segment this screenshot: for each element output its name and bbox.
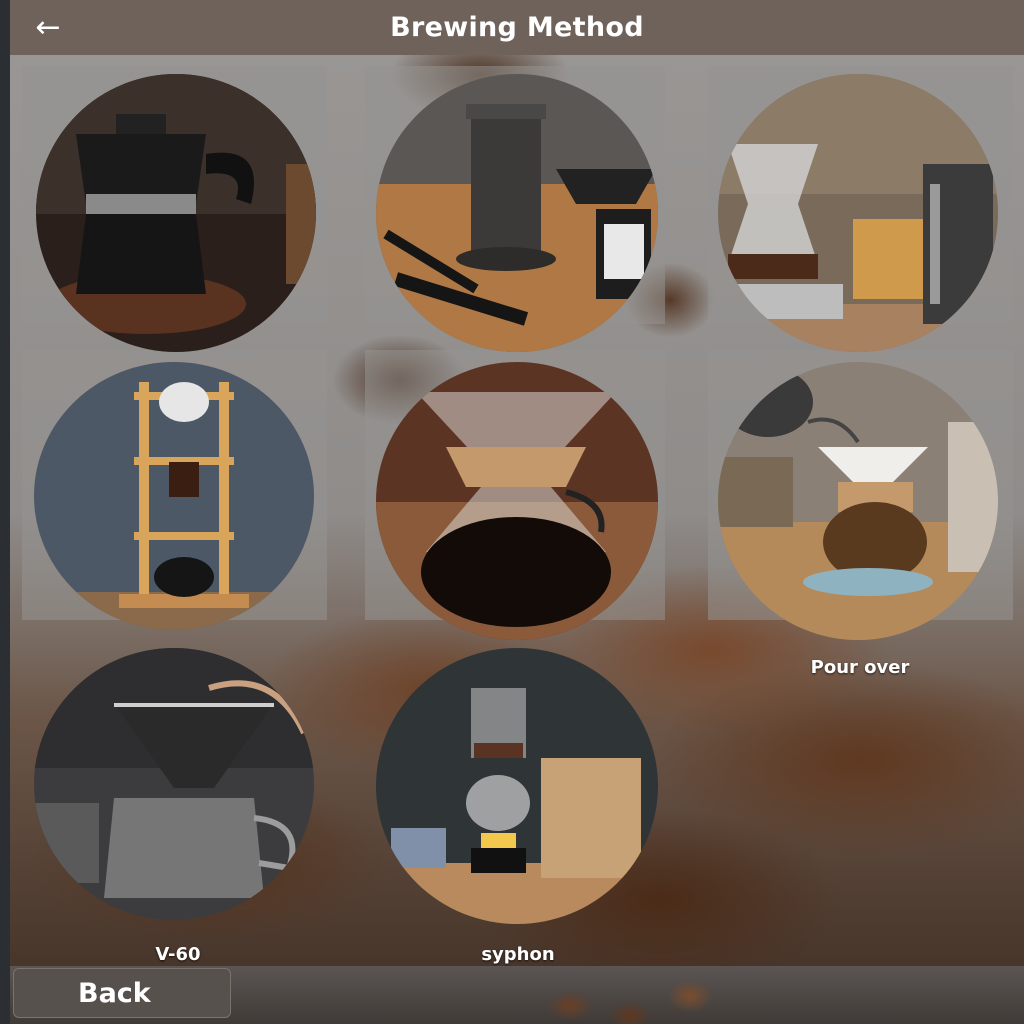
- syphon-image: [376, 648, 658, 924]
- method-label-pour-over: Pour over: [810, 657, 910, 678]
- method-card-cold-drip[interactable]: [718, 74, 998, 352]
- cold-drip-image: [718, 74, 998, 352]
- ice-drip-image: [34, 362, 314, 630]
- moka-pot-image: [36, 74, 316, 352]
- method-card-aeropress[interactable]: [376, 74, 658, 352]
- app-header: ← Brewing Method: [10, 0, 1024, 55]
- chemex-image: [376, 362, 658, 640]
- method-card-pour-over[interactable]: [718, 362, 998, 640]
- page-title: Brewing Method: [390, 12, 644, 43]
- arrow-left-icon[interactable]: ←: [30, 10, 66, 46]
- back-button[interactable]: Back: [13, 968, 231, 1018]
- method-label-v60: V-60: [155, 944, 201, 965]
- method-card-ice-drip[interactable]: [34, 362, 314, 630]
- method-card-v60[interactable]: [34, 648, 314, 920]
- method-card-syphon[interactable]: [376, 648, 658, 924]
- method-card-moka-pot[interactable]: [36, 74, 316, 352]
- pour-over-image: [718, 362, 998, 640]
- aeropress-image: [376, 74, 658, 352]
- v60-image: [34, 648, 314, 920]
- method-label-syphon: syphon: [481, 944, 555, 965]
- method-card-chemex[interactable]: [376, 362, 658, 640]
